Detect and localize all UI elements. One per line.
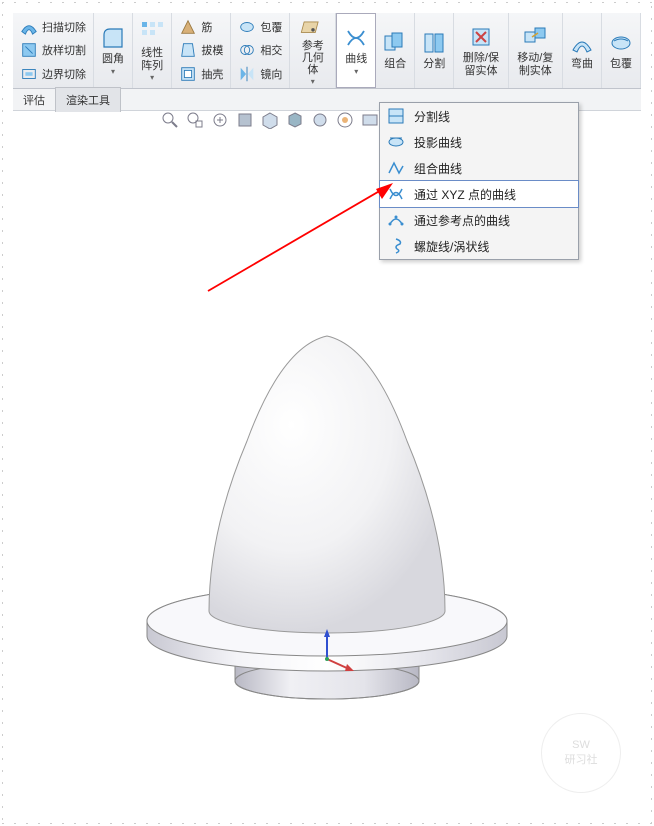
wrap-button[interactable]: 包覆 [235, 16, 285, 38]
tab-evaluate[interactable]: 评估 [13, 88, 55, 112]
apply-scene-icon[interactable] [361, 111, 379, 129]
swept-cut-button[interactable]: 扫描切除 [17, 16, 89, 38]
linear-pattern-button[interactable]: 线性阵列▾ [133, 13, 172, 88]
loft-cut-button[interactable]: 放样切割 [17, 39, 89, 61]
view-toolbar [161, 111, 404, 129]
flex-button[interactable]: 弯曲 [563, 13, 602, 88]
edit-appearance-icon[interactable] [336, 111, 354, 129]
zoom-fit-icon[interactable] [161, 111, 179, 129]
boundary-cut-button[interactable]: 边界切除 [17, 63, 89, 85]
helix-spiral-item[interactable]: 螺旋线/涡状线 [380, 233, 578, 259]
model-render [117, 301, 537, 731]
curves-dropdown-menu: 分割线 投影曲线 组合曲线 通过 XYZ 点的曲线 通过参考点的曲线 螺旋线/涡… [379, 102, 579, 260]
section-view-icon[interactable] [236, 111, 254, 129]
intersect-button[interactable]: 相交 [235, 39, 285, 61]
ribbon-toolbar: 扫描切除 放样切割 边界切除 圆角▾ 线性阵列▾ 筋 拔模 抽壳 包覆 相交 镜… [13, 13, 641, 89]
move-copy-body-button[interactable]: 移动/复制实体 [509, 13, 563, 88]
draft-button[interactable]: 拔模 [176, 39, 226, 61]
composite-curve-item[interactable]: 组合曲线 [380, 155, 578, 181]
project-curve-item[interactable]: 投影曲线 [380, 129, 578, 155]
shell-button[interactable]: 抽壳 [176, 63, 226, 85]
display-style-icon[interactable] [286, 111, 304, 129]
combine-button[interactable]: 组合 [376, 13, 415, 88]
zoom-previous-icon[interactable] [211, 111, 229, 129]
curve-through-reference-item[interactable]: 通过参考点的曲线 [380, 207, 578, 233]
rib-button[interactable]: 筋 [176, 16, 226, 38]
delete-keep-body-button[interactable]: 删除/保留实体 [454, 13, 508, 88]
curve-through-xyz-item[interactable]: 通过 XYZ 点的曲线 [379, 180, 579, 208]
split-button[interactable]: 分割 [415, 13, 454, 88]
watermark: SW研习社 [541, 713, 621, 793]
hide-show-icon[interactable] [311, 111, 329, 129]
view-orientation-icon[interactable] [261, 111, 279, 129]
tab-render-tools[interactable]: 渲染工具 [55, 87, 121, 112]
fillet-button[interactable]: 圆角▾ [94, 13, 133, 88]
split-line-item[interactable]: 分割线 [380, 103, 578, 129]
curves-button[interactable]: 曲线▾ [336, 13, 376, 88]
reference-geometry-button[interactable]: 参考几何体▾ [290, 13, 336, 88]
mirror-button[interactable]: 镜向 [235, 63, 285, 85]
zoom-area-icon[interactable] [186, 111, 204, 129]
wrap2-button[interactable]: 包覆 [602, 13, 641, 88]
